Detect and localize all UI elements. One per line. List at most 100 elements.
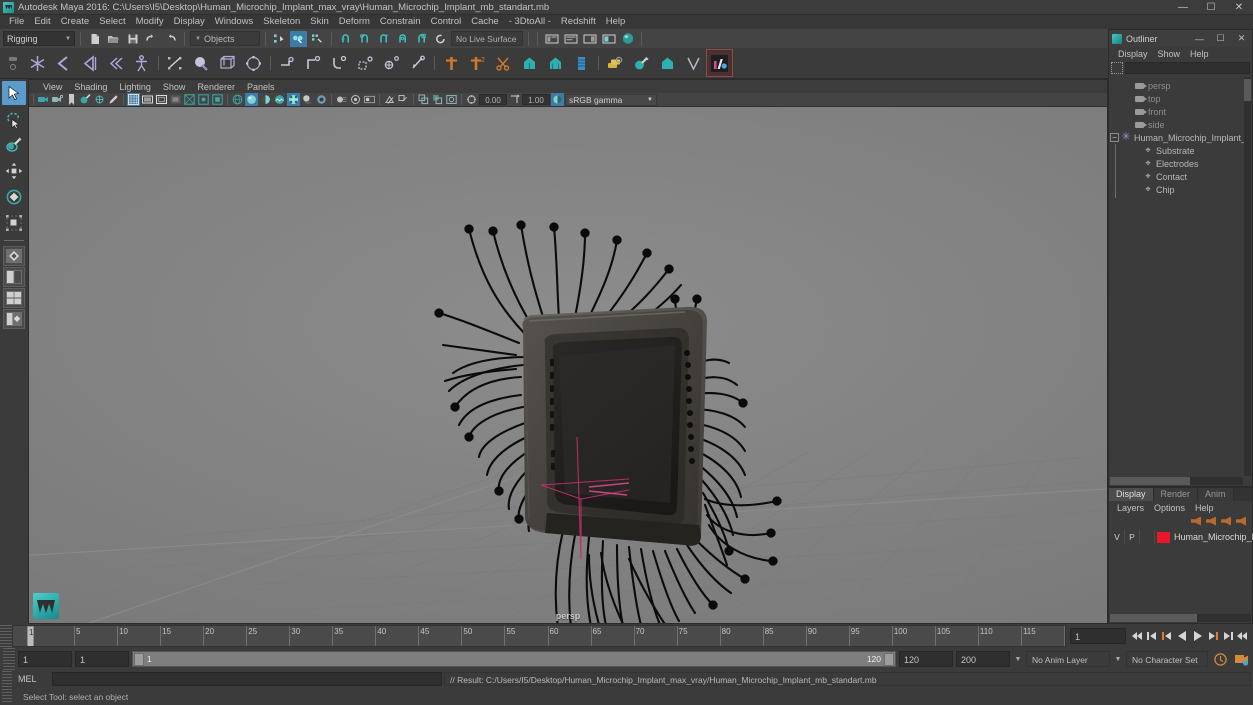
skin-weights-teal-icon[interactable] — [543, 50, 568, 76]
texture-shading-icon[interactable] — [273, 93, 286, 106]
outliner-tree[interactable]: persp top front side − ✳ Human_Microchip… — [1109, 77, 1245, 476]
layer-editor-horizontal-scrollbar[interactable] — [1110, 614, 1251, 622]
select-tool[interactable] — [2, 81, 26, 105]
viewport-snapshot-icon[interactable] — [445, 93, 458, 106]
vray-render-icon[interactable] — [706, 49, 733, 77]
show-outliner-button[interactable] — [600, 31, 617, 47]
tab-display[interactable]: Display — [1109, 488, 1154, 501]
viewport-menu-show[interactable]: Show — [157, 82, 192, 92]
wire-deformer-icon[interactable] — [681, 50, 706, 76]
collapse-expander-icon[interactable]: − — [1110, 133, 1119, 142]
gate-mask-icon[interactable] — [169, 93, 182, 106]
exposure-icon[interactable] — [465, 93, 478, 106]
go-to-end-button[interactable] — [1235, 627, 1249, 645]
depth-of-field-icon[interactable] — [363, 93, 376, 106]
open-scene-button[interactable] — [105, 31, 122, 47]
snap-to-point-button[interactable] — [375, 31, 392, 47]
chevron-down-icon[interactable]: ▼ — [1113, 656, 1123, 663]
paint-select-tool[interactable] — [2, 133, 26, 157]
lasso-select-tool[interactable] — [2, 107, 26, 131]
save-scene-button[interactable] — [124, 31, 141, 47]
create-joint-tool-icon[interactable] — [25, 50, 50, 76]
menu-constrain[interactable]: Constrain — [375, 15, 426, 29]
layer-menu-help[interactable]: Help — [1190, 503, 1219, 513]
two-d-pan-zoom-icon[interactable] — [93, 93, 106, 106]
layer-playback-toggle[interactable]: P — [1125, 530, 1140, 544]
color-profile-selector[interactable]: sRGB gamma ▼ — [565, 93, 657, 106]
viewport-menu-renderer[interactable]: Renderer — [191, 82, 241, 92]
grid-toggle-icon[interactable] — [127, 93, 140, 106]
isolate-select-icon[interactable] — [383, 93, 396, 106]
new-layer-icon[interactable] — [1221, 516, 1231, 526]
script-language-label[interactable]: MEL — [14, 674, 50, 684]
playback-start-time-field[interactable]: 1 — [75, 651, 129, 667]
layer-type-cell[interactable] — [1140, 530, 1155, 544]
tab-anim[interactable]: Anim — [1198, 488, 1234, 501]
menu-display[interactable]: Display — [169, 15, 210, 29]
aim-constraint-icon[interactable] — [379, 50, 404, 76]
help-line-drag-handle[interactable] — [2, 689, 12, 704]
timeline-track[interactable]: 1 5 10 15 20 25 30 35 40 45 50 55 60 65 70 75 80 85 90 95 1… — [12, 625, 1066, 647]
range-end-handle[interactable] — [884, 652, 894, 666]
maximize-button[interactable]: ☐ — [1197, 0, 1225, 15]
menu-windows[interactable]: Windows — [210, 15, 259, 29]
quick-layout-single-perspective[interactable] — [3, 246, 25, 266]
resolution-gate-icon[interactable] — [155, 93, 168, 106]
menu-file[interactable]: File — [4, 15, 29, 29]
layer-list[interactable]: V P Human_Microchip_Imp — [1110, 530, 1253, 613]
color-management-toggle-icon[interactable] — [551, 93, 564, 106]
snap-to-curve-button[interactable] — [356, 31, 373, 47]
outliner-menu-display[interactable]: Display — [1113, 49, 1153, 59]
timeline-drag-handle[interactable] — [0, 625, 12, 647]
xray-display-icon[interactable] — [417, 93, 430, 106]
point-constraint-icon[interactable] — [301, 50, 326, 76]
layer-menu-layers[interactable]: Layers — [1112, 503, 1149, 513]
use-all-lights-icon[interactable] — [287, 93, 300, 106]
menu-3dtoall[interactable]: - 3DtoAll - — [504, 15, 556, 29]
layer-menu-options[interactable]: Options — [1149, 503, 1190, 513]
gamma-icon[interactable] — [508, 93, 521, 106]
insert-joint-tool-icon[interactable] — [103, 50, 128, 76]
animation-start-time-field[interactable]: 1 — [18, 651, 72, 667]
menu-skin[interactable]: Skin — [305, 15, 333, 29]
gamma-value[interactable]: 1.00 — [522, 94, 550, 105]
menu-help[interactable]: Help — [601, 15, 631, 29]
outliner-close-button[interactable]: ✕ — [1231, 30, 1252, 47]
rotate-tool[interactable] — [2, 185, 26, 209]
shaded-wireframe-icon[interactable] — [259, 93, 272, 106]
film-gate-icon[interactable] — [141, 93, 154, 106]
image-plane-icon[interactable] — [79, 93, 92, 106]
grease-pencil-icon[interactable] — [107, 93, 120, 106]
xray-joints-icon[interactable] — [197, 93, 210, 106]
outliner-item-substrate[interactable]: ⌖ Substrate — [1109, 144, 1245, 157]
viewport-menu-view[interactable]: View — [37, 82, 68, 92]
outliner-item-persp[interactable]: persp — [1109, 79, 1245, 92]
step-forward-key-button[interactable] — [1220, 627, 1234, 645]
mirror-joint-icon[interactable]: 2 — [465, 50, 490, 76]
selection-mode-field[interactable]: ▼ Objects — [190, 31, 260, 46]
layer-visibility-toggle[interactable]: V — [1110, 530, 1125, 544]
ik-handle-tool-icon[interactable] — [51, 50, 76, 76]
new-scene-button[interactable] — [86, 31, 103, 47]
menu-redshift[interactable]: Redshift — [556, 15, 601, 29]
snap-to-view-plane-button[interactable] — [413, 31, 430, 47]
chevron-down-icon[interactable]: ▼ — [1013, 656, 1023, 663]
outliner-maximize-button[interactable]: ☐ — [1210, 30, 1231, 47]
menu-edit[interactable]: Edit — [29, 15, 55, 29]
layer-row[interactable]: V P Human_Microchip_Imp — [1110, 530, 1253, 544]
outliner-item-top[interactable]: top — [1109, 92, 1245, 105]
move-tool[interactable] — [2, 159, 26, 183]
joint-xray-display-icon[interactable] — [431, 93, 444, 106]
shadows-icon[interactable] — [301, 93, 314, 106]
outliner-menu-show[interactable]: Show — [1153, 49, 1186, 59]
range-start-handle[interactable] — [134, 652, 144, 666]
outliner-item-front[interactable]: front — [1109, 105, 1245, 118]
command-input[interactable] — [52, 672, 442, 686]
exposure-value[interactable]: 0.00 — [479, 94, 507, 105]
skeleton-figure-icon[interactable] — [129, 50, 154, 76]
snap-to-projected-center-button[interactable] — [394, 31, 411, 47]
anim-layer-selector[interactable]: No Anim Layer — [1026, 651, 1110, 667]
play-forwards-button[interactable] — [1190, 627, 1204, 645]
viewport-menu-panels[interactable]: Panels — [241, 82, 281, 92]
menu-control[interactable]: Control — [426, 15, 467, 29]
